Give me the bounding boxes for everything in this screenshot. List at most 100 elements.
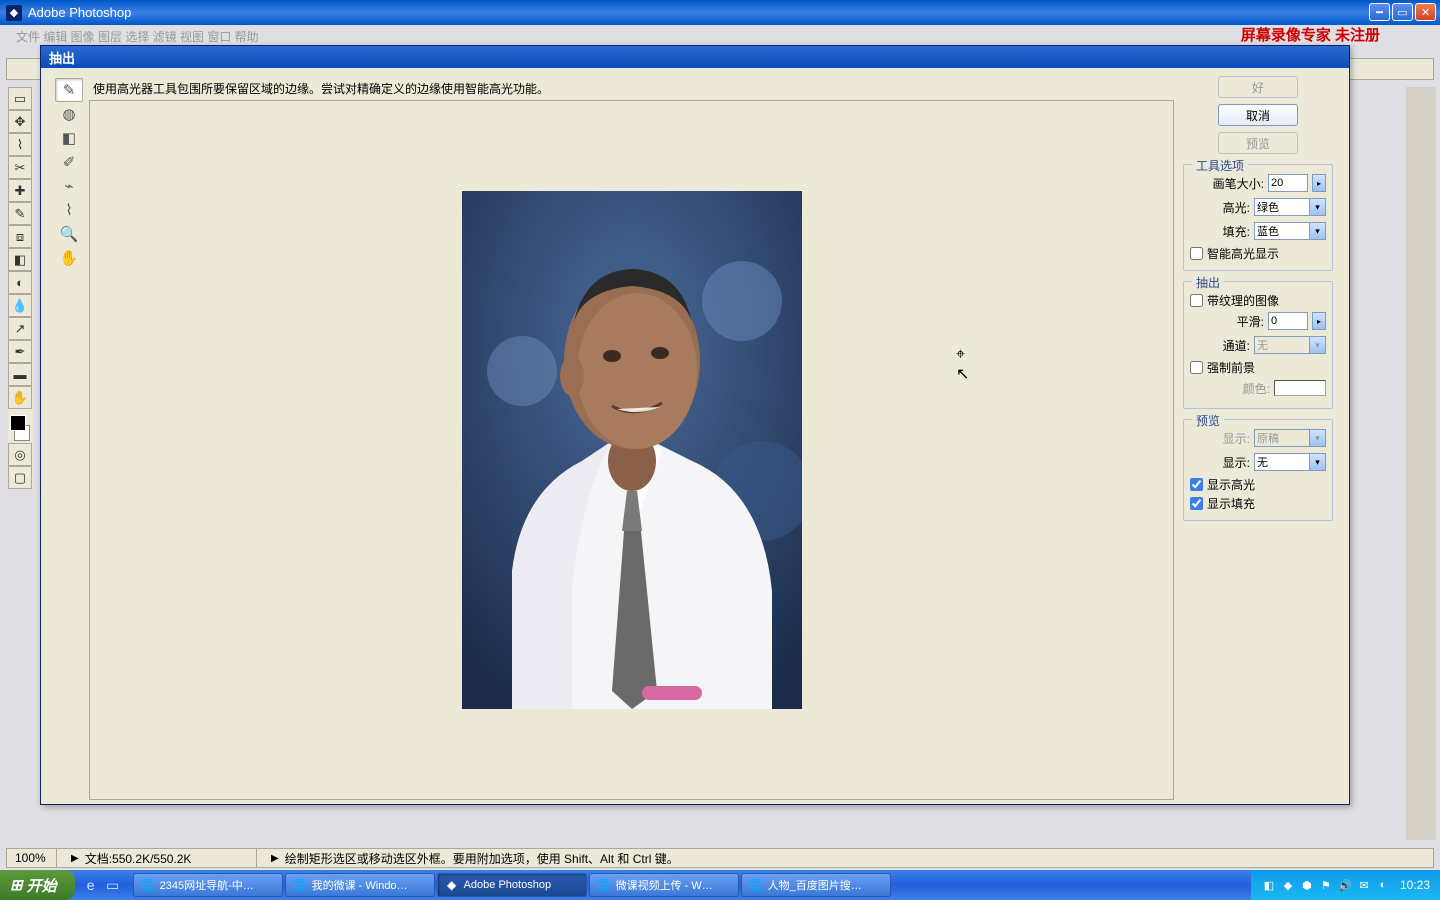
smooth-label: 平滑:	[1237, 313, 1264, 330]
quickmask-toggle[interactable]: ◎	[8, 443, 32, 466]
task-label: Adobe Photoshop	[464, 879, 551, 891]
dialog-title: 抽出	[49, 48, 75, 67]
tool-options-panel: 工具选项 画笔大小: ▸ 高光: 绿色▾ 填充: 蓝色▾	[1183, 164, 1333, 271]
task-button[interactable]: 🌐人物_百度图片搜…	[741, 873, 891, 897]
brush-tool[interactable]: ✎	[8, 202, 32, 225]
windows-logo-icon: ⊞	[10, 876, 23, 894]
smart-highlight-checkbox[interactable]: 智能高光显示	[1190, 245, 1326, 262]
dialog-tool-strip: ✎ ◍ ◧ ✐ ⌁ ⌇ 🔍 ✋	[55, 78, 83, 270]
fill-combo[interactable]: 蓝色▾	[1254, 222, 1326, 240]
color-swatches[interactable]	[8, 413, 32, 443]
healing-tool[interactable]: ✚	[8, 179, 32, 202]
watermark-text: 屏幕录像专家 未注册	[1241, 24, 1380, 45]
taskbar: ⊞ 开始 e ▭ 🌐2345网址导航-中…🌐我的微课 - Windo…◆Adob…	[0, 870, 1440, 900]
task-icon: 🌐	[292, 877, 308, 893]
dialog-title-bar: 抽出	[41, 46, 1349, 68]
channel-combo: 无▾	[1254, 336, 1326, 354]
force-foreground-checkbox[interactable]: 强制前景	[1190, 359, 1326, 376]
dialog-canvas[interactable]: ⌖↖	[89, 100, 1174, 800]
task-icon: 🌐	[748, 877, 764, 893]
task-button[interactable]: 🌐我的微课 - Windo…	[285, 873, 435, 897]
panel-title: 预览	[1192, 412, 1224, 429]
shape-tool[interactable]: ▬	[8, 363, 32, 386]
right-palettes	[1406, 87, 1436, 840]
task-label: 人物_百度图片搜…	[768, 877, 862, 893]
show-fill-checkbox[interactable]: 显示填充	[1190, 495, 1326, 512]
panel-title: 抽出	[1192, 274, 1224, 291]
tray-icon[interactable]: ◐	[1375, 877, 1391, 893]
task-label: 微课视频上传 - W…	[616, 877, 713, 893]
fill-label: 填充:	[1223, 223, 1250, 240]
pen-tool[interactable]: ✒	[8, 340, 32, 363]
tray-icon[interactable]: ⚑	[1318, 877, 1334, 893]
show-combo[interactable]: 无▾	[1254, 453, 1326, 471]
brush-size-spinner[interactable]: ▸	[1312, 174, 1326, 192]
clock[interactable]: 10:23	[1400, 878, 1430, 892]
ie-icon[interactable]: e	[81, 874, 101, 896]
move-tool[interactable]: ✥	[8, 110, 32, 133]
quick-launch: e ▭	[81, 874, 123, 896]
task-label: 2345网址导航-中…	[160, 877, 254, 893]
task-button[interactable]: 🌐微课视频上传 - W…	[589, 873, 739, 897]
color-swatch	[1274, 380, 1326, 396]
brush-size-label: 画笔大小:	[1213, 175, 1264, 192]
ok-button: 好	[1218, 76, 1298, 98]
zoom-tool[interactable]: 🔍	[55, 222, 83, 246]
eraser-tool[interactable]: ◧	[8, 248, 32, 271]
eraser-tool-dlg[interactable]: ◧	[55, 126, 83, 150]
eyedropper-tool[interactable]: ✐	[55, 150, 83, 174]
hand-tool-dlg[interactable]: ✋	[55, 246, 83, 270]
tray-icon[interactable]: ✉	[1356, 877, 1372, 893]
tray-icon[interactable]: 🔊	[1337, 877, 1353, 893]
extract-dialog: 抽出 ✎ ◍ ◧ ✐ ⌁ ⌇ 🔍 ✋ 使用高光器工具包围所要保留区域的边缘。尝试…	[40, 45, 1350, 805]
tray-icon[interactable]: ⬢	[1299, 877, 1315, 893]
minimize-button[interactable]: ━	[1369, 3, 1390, 21]
path-tool[interactable]: ↗	[8, 317, 32, 340]
screenmode-toggle[interactable]: ▢	[8, 466, 32, 489]
fill-tool[interactable]: ◍	[55, 102, 83, 126]
hand-tool[interactable]: ✋	[8, 386, 32, 409]
cancel-button[interactable]: 取消	[1218, 104, 1298, 126]
smooth-spinner[interactable]: ▸	[1312, 312, 1326, 330]
gradient-tool[interactable]: ◐	[8, 271, 32, 294]
app-title: Adobe Photoshop	[28, 5, 131, 20]
brush-size-input[interactable]	[1268, 174, 1308, 192]
desktop-icon[interactable]: ▭	[103, 874, 123, 896]
task-buttons: 🌐2345网址导航-中…🌐我的微课 - Windo…◆Adobe Photosh…	[129, 873, 1251, 897]
tray-icon[interactable]: ◆	[1280, 877, 1296, 893]
stamp-tool[interactable]: ⧈	[8, 225, 32, 248]
blur-tool[interactable]: 💧	[8, 294, 32, 317]
task-label: 我的微课 - Windo…	[312, 877, 408, 893]
hint-text: ▶绘制矩形选区或移动选区外框。要用附加选项，使用 Shift、Alt 和 Ctr…	[257, 849, 1433, 867]
highlight-combo[interactable]: 绿色▾	[1254, 198, 1326, 216]
marquee-tool[interactable]: ▭	[8, 87, 32, 110]
system-tray[interactable]: ◧ ◆ ⬢ ⚑ 🔊 ✉ ◐ 10:23	[1251, 870, 1440, 900]
task-button[interactable]: ◆Adobe Photoshop	[437, 873, 587, 897]
task-icon: 🌐	[596, 877, 612, 893]
textured-checkbox[interactable]: 带纹理的图像	[1190, 292, 1326, 309]
lasso-tool[interactable]: ⌇	[8, 133, 32, 156]
dialog-hint: 使用高光器工具包围所要保留区域的边缘。尝试对精确定义的边缘使用智能高光功能。	[93, 80, 549, 97]
app-icon: ◆	[6, 5, 22, 21]
edge-highlighter-tool[interactable]: ✎	[55, 78, 83, 102]
edge-touchup-tool[interactable]: ⌇	[55, 198, 83, 222]
smooth-input[interactable]	[1268, 312, 1308, 330]
task-icon: 🌐	[140, 877, 156, 893]
tray-icon[interactable]: ◧	[1261, 877, 1277, 893]
maximize-button[interactable]: ▭	[1392, 3, 1413, 21]
channel-label: 通道:	[1223, 337, 1250, 354]
view-label: 显示:	[1223, 430, 1250, 447]
doc-size: ▶文档:550.2K/550.2K	[57, 849, 257, 867]
show-highlight-checkbox[interactable]: 显示高光	[1190, 476, 1326, 493]
crop-tool[interactable]: ✂	[8, 156, 32, 179]
document-image	[462, 191, 802, 709]
show-label: 显示:	[1223, 454, 1250, 471]
view-combo: 原稿▾	[1254, 429, 1326, 447]
dialog-right-panel: 好 取消 预览 工具选项 画笔大小: ▸ 高光: 绿色▾ 填充:	[1183, 76, 1333, 521]
task-button[interactable]: 🌐2345网址导航-中…	[133, 873, 283, 897]
zoom-level[interactable]: 100%	[7, 849, 57, 867]
start-button[interactable]: ⊞ 开始	[0, 870, 75, 900]
cleanup-tool[interactable]: ⌁	[55, 174, 83, 198]
preview-panel: 预览 显示: 原稿▾ 显示: 无▾ 显示高光 显示填充	[1183, 419, 1333, 521]
close-button[interactable]: ✕	[1415, 3, 1436, 21]
